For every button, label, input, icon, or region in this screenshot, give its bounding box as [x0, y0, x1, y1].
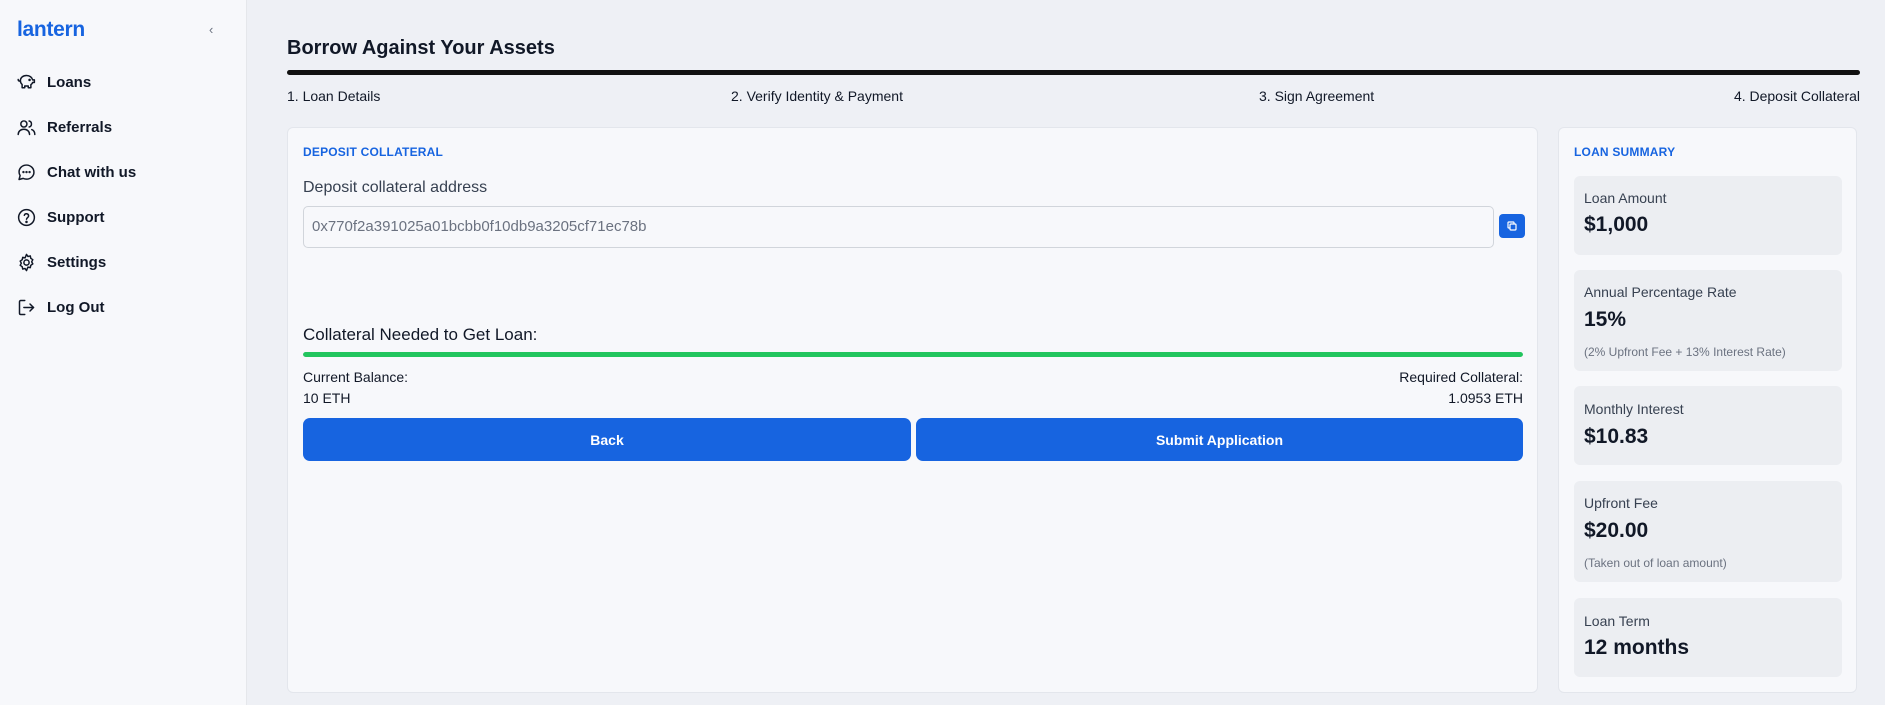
- current-balance-label: Current Balance:: [303, 369, 409, 385]
- sidebar-item-chat[interactable]: Chat with us: [0, 150, 247, 195]
- summary-item-value: 15%: [1584, 308, 1627, 331]
- gear-icon: [19, 253, 34, 272]
- summary-item-value: $10.83: [1584, 425, 1649, 448]
- summary-apr: Annual Percentage Rate 15% (2% Upfront F…: [1574, 270, 1842, 371]
- summary-item-value: $20.00: [1584, 519, 1649, 542]
- step-verify-identity: 2. Verify Identity & Payment: [731, 88, 903, 104]
- summary-loan-amount: Loan Amount $1,000: [1574, 176, 1842, 255]
- sidebar-item-label: Loans: [47, 74, 92, 91]
- deposit-collateral-card: DEPOSIT COLLATERAL Deposit collateral ad…: [287, 127, 1538, 693]
- sidebar-item-support[interactable]: Support: [0, 195, 247, 240]
- summary-loan-term: Loan Term 12 months: [1574, 598, 1842, 677]
- step-loan-details: 1. Loan Details: [287, 88, 381, 104]
- step-deposit-collateral: 4. Deposit Collateral: [1733, 88, 1860, 104]
- stepper-progress-bar: [287, 70, 1860, 75]
- deposit-address-field[interactable]: 0x770f2a391025a01bcbb0f10db9a3205cf71ec7…: [303, 206, 1494, 248]
- sidebar-item-label: Settings: [47, 254, 107, 271]
- summary-monthly-interest: Monthly Interest $10.83: [1574, 386, 1842, 465]
- sidebar: lantern ‹ Loans Referrals Chat with us S…: [0, 0, 247, 705]
- required-collateral-label: Required Collateral:: [1399, 369, 1523, 385]
- sidebar-item-settings[interactable]: Settings: [0, 240, 247, 285]
- deposit-address-label: Deposit collateral address: [303, 179, 488, 196]
- copy-icon: [1507, 221, 1517, 231]
- sidebar-item-logout[interactable]: Log Out: [0, 285, 247, 330]
- back-button[interactable]: Back: [303, 418, 911, 461]
- sidebar-item-loans[interactable]: Loans: [0, 60, 247, 105]
- loan-summary-label: LOAN SUMMARY: [1574, 145, 1676, 159]
- summary-item-title: Monthly Interest: [1584, 401, 1684, 417]
- summary-item-title: Upfront Fee: [1584, 495, 1658, 511]
- summary-upfront-fee: Upfront Fee $20.00 (Taken out of loan am…: [1574, 481, 1842, 582]
- summary-item-note: (Taken out of loan amount): [1584, 556, 1727, 570]
- sidebar-item-referrals[interactable]: Referrals: [0, 105, 247, 150]
- chat-bubble-icon: [18, 164, 35, 181]
- submit-application-button[interactable]: Submit Application: [916, 418, 1523, 461]
- sidebar-item-label: Chat with us: [47, 164, 137, 181]
- current-balance-value: 10 ETH: [303, 390, 351, 406]
- piggy-bank-icon: [17, 74, 36, 89]
- summary-item-title: Annual Percentage Rate: [1584, 284, 1737, 300]
- step-sign-agreement: 3. Sign Agreement: [1259, 88, 1375, 104]
- collateral-needed-label: Collateral Needed to Get Loan:: [303, 325, 538, 344]
- app-logo[interactable]: lantern: [17, 18, 85, 42]
- users-icon: [17, 120, 36, 136]
- loan-summary-card: LOAN SUMMARY Loan Amount $1,000 Annual P…: [1558, 127, 1857, 693]
- sidebar-item-label: Support: [47, 209, 105, 226]
- summary-item-value: $1,000: [1584, 213, 1649, 236]
- required-collateral-value: 1.0953 ETH: [1448, 390, 1523, 406]
- summary-item-value: 12 months: [1584, 636, 1690, 659]
- copy-address-button[interactable]: [1499, 214, 1525, 238]
- logout-icon: [18, 299, 35, 316]
- deposit-section-label: DEPOSIT COLLATERAL: [303, 145, 444, 159]
- summary-item-title: Loan Term: [1584, 613, 1650, 629]
- sidebar-item-label: Referrals: [47, 119, 113, 136]
- sidebar-item-label: Log Out: [47, 299, 105, 316]
- collateral-progress-fill: [303, 352, 1523, 357]
- summary-item-title: Loan Amount: [1584, 190, 1667, 206]
- collapse-sidebar-icon[interactable]: ‹: [209, 22, 213, 37]
- collateral-progress-bar: [303, 352, 1523, 357]
- stepper: 1. Loan Details 2. Verify Identity & Pay…: [287, 88, 1860, 108]
- summary-item-note: (2% Upfront Fee + 13% Interest Rate): [1584, 345, 1786, 359]
- page-title: Borrow Against Your Assets: [287, 37, 555, 59]
- help-circle-icon: [17, 208, 36, 227]
- sidebar-nav: Loans Referrals Chat with us Support Set…: [0, 60, 247, 330]
